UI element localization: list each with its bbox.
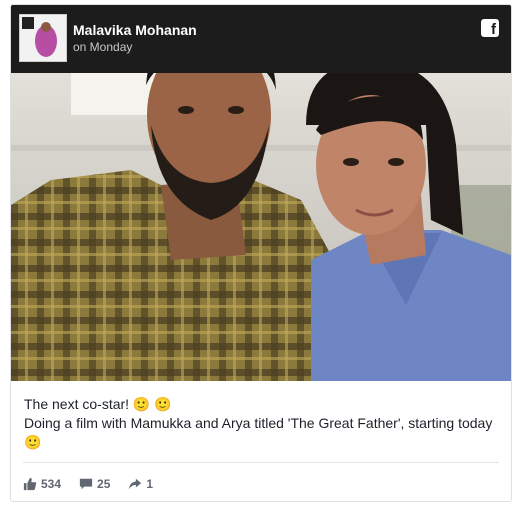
avatar[interactable] <box>19 14 67 62</box>
shares-stat[interactable]: 1 <box>128 477 153 491</box>
engagement-bar: 534 25 1 <box>23 475 153 493</box>
comment-icon <box>79 478 93 490</box>
post-header: Malavika Mohanan on Monday f <box>11 5 511 73</box>
divider <box>23 462 499 463</box>
shares-count: 1 <box>146 477 154 491</box>
likes-count: 534 <box>41 477 62 491</box>
comments-stat[interactable]: 25 <box>79 477 110 491</box>
likes-stat[interactable]: 534 <box>23 477 61 491</box>
post-timestamp[interactable]: on Monday <box>73 40 132 54</box>
comments-count: 25 <box>97 477 111 491</box>
post-caption: The next co-star! 🙂 🙂 Doing a film with … <box>24 395 494 452</box>
avatar-image <box>20 15 66 61</box>
facebook-icon[interactable]: f <box>481 19 499 37</box>
facebook-post-card: Malavika Mohanan on Monday f The next co… <box>10 4 512 502</box>
like-icon <box>23 477 37 491</box>
share-icon <box>129 478 142 490</box>
author-name[interactable]: Malavika Mohanan <box>73 22 197 38</box>
caption-line-1: The next co-star! 🙂 🙂 <box>24 396 172 412</box>
caption-line-2: Doing a film with Mamukka and Arya title… <box>24 415 493 450</box>
